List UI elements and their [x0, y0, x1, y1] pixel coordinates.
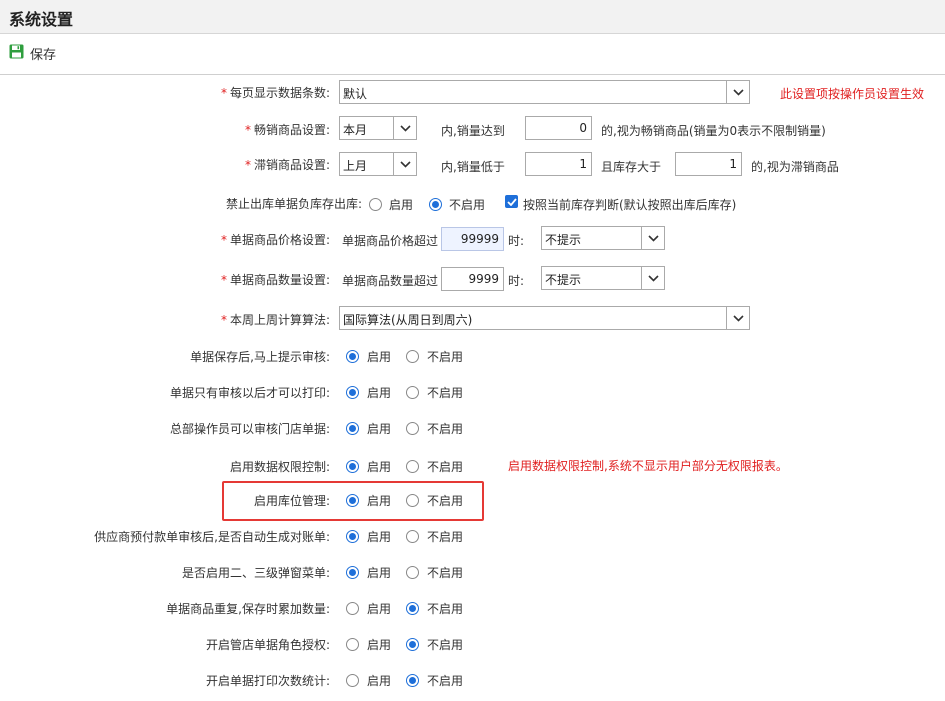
row-print-count: 开启单据打印次数统计: [0, 668, 330, 692]
row-page-size: * 每页显示数据条数: [0, 80, 330, 104]
location-mgmt-on-radio[interactable] [346, 494, 359, 507]
required-mark: * [220, 233, 227, 247]
print-count-on-radio[interactable] [346, 674, 359, 687]
row-price-check: * 单据商品价格设置: [0, 227, 330, 251]
slow-goods-period-select[interactable]: 上月 [339, 152, 417, 176]
qty-threshold-input[interactable]: 9999 [441, 267, 504, 291]
row-store-role-auth: 开启管店单据角色授权: [0, 632, 330, 656]
page-size-note: 此设置项按操作员设置生效 [780, 87, 925, 101]
supplier-prepay-on-radio[interactable] [346, 530, 359, 543]
store-role-auth-on-radio[interactable] [346, 638, 359, 651]
hot-goods-amount-input[interactable]: 0 [525, 116, 592, 140]
row-data-permission: 启用数据权限控制: [0, 454, 330, 478]
row-duplicate-goods: 单据商品重复,保存时累加数量: [0, 596, 330, 620]
page-size-select[interactable]: 默认 [339, 80, 750, 104]
chevron-down-icon [393, 117, 416, 139]
popup-menu-on-radio[interactable] [346, 566, 359, 579]
required-mark: * [244, 158, 251, 172]
label-supplier-prepay: 供应商预付款单审核后,是否自动生成对账单: [94, 530, 330, 544]
location-mgmt-off-radio[interactable] [406, 494, 419, 507]
page-title: 系统设置 [9, 10, 74, 29]
price-alert-select[interactable]: 不提示 [541, 226, 665, 250]
label-audit-after-save: 单据保存后,马上提示审核: [190, 350, 330, 364]
print-after-audit-on-radio[interactable] [346, 386, 359, 399]
slow-goods-stock-input[interactable]: 1 [675, 152, 742, 176]
row-supplier-prepay: 供应商预付款单审核后,是否自动生成对账单: [0, 524, 330, 548]
duplicate-goods-on-radio[interactable] [346, 602, 359, 615]
data-permission-on-radio[interactable] [346, 460, 359, 473]
check-icon [506, 197, 517, 206]
qty-alert-select[interactable]: 不提示 [541, 266, 665, 290]
label-print-after-audit: 单据只有审核以后才可以打印: [169, 386, 330, 400]
save-button[interactable]: 保存 [9, 43, 56, 63]
week-calc-select[interactable]: 国际算法(从周日到周六) [339, 306, 750, 330]
negative-stock-off-radio[interactable] [429, 198, 442, 211]
popup-menu-off-radio[interactable] [406, 566, 419, 579]
price-threshold-input[interactable]: 99999 [441, 227, 504, 251]
row-audit-after-save: 单据保存后,马上提示审核: [0, 344, 330, 368]
required-mark: * [220, 313, 227, 327]
label-hot-goods: 畅销商品设置: [253, 123, 330, 137]
required-mark: * [220, 86, 227, 100]
duplicate-goods-off-radio[interactable] [406, 602, 419, 615]
row-negative-stock: 禁止出库单据负库存出库: [0, 191, 362, 215]
save-icon [9, 44, 24, 62]
label-price-check: 单据商品价格设置: [229, 233, 330, 247]
row-slow-goods: * 滞销商品设置: [0, 152, 330, 176]
current-stock-checkbox-label: 按照当前库存判断(默认按照出库后库存) [523, 198, 737, 212]
hq-audit-store-on-radio[interactable] [346, 422, 359, 435]
current-stock-checkbox[interactable] [505, 195, 518, 208]
label-location-mgmt: 启用库位管理: [253, 494, 330, 508]
chevron-down-icon [641, 227, 664, 249]
label-popup-menu: 是否启用二、三级弹窗菜单: [181, 566, 330, 580]
chevron-down-icon [726, 307, 749, 329]
title-bar: 系统设置 [0, 0, 945, 34]
row-location-mgmt: 启用库位管理: [0, 488, 330, 512]
required-mark: * [244, 123, 251, 137]
label-qty-check: 单据商品数量设置: [229, 273, 330, 287]
required-mark: * [220, 273, 227, 287]
hq-audit-store-off-radio[interactable] [406, 422, 419, 435]
hot-goods-period-select[interactable]: 本月 [339, 116, 417, 140]
label-negative-stock: 禁止出库单据负库存出库: [225, 197, 362, 211]
row-qty-check: * 单据商品数量设置: [0, 267, 330, 291]
label-data-permission: 启用数据权限控制: [229, 460, 330, 474]
audit-after-save-on-radio[interactable] [346, 350, 359, 363]
label-duplicate-goods: 单据商品重复,保存时累加数量: [166, 602, 330, 616]
row-print-after-audit: 单据只有审核以后才可以打印: [0, 380, 330, 404]
chevron-down-icon [393, 153, 416, 175]
save-label: 保存 [30, 47, 57, 63]
label-hq-audit-store: 总部操作员可以审核门店单据: [169, 422, 330, 436]
chevron-down-icon [726, 81, 749, 103]
label-store-role-auth: 开启管店单据角色授权: [205, 638, 330, 652]
row-hot-goods: * 畅销商品设置: [0, 117, 330, 141]
store-role-auth-off-radio[interactable] [406, 638, 419, 651]
chevron-down-icon [641, 267, 664, 289]
toolbar: 保存 [0, 34, 945, 75]
print-after-audit-off-radio[interactable] [406, 386, 419, 399]
print-count-off-radio[interactable] [406, 674, 419, 687]
label-slow-goods: 滞销商品设置: [253, 158, 330, 172]
label-page-size: 每页显示数据条数: [229, 86, 330, 100]
row-popup-menu: 是否启用二、三级弹窗菜单: [0, 560, 330, 584]
label-week-calc: 本周上周计算算法: [229, 313, 330, 327]
supplier-prepay-off-radio[interactable] [406, 530, 419, 543]
data-permission-note: 启用数据权限控制,系统不显示用户部分无权限报表。 [508, 459, 788, 473]
row-hq-audit-store: 总部操作员可以审核门店单据: [0, 416, 330, 440]
row-week-calc: * 本周上周计算算法: [0, 307, 330, 331]
negative-stock-on-radio[interactable] [369, 198, 382, 211]
data-permission-off-radio[interactable] [406, 460, 419, 473]
slow-goods-amount-input[interactable]: 1 [525, 152, 592, 176]
audit-after-save-off-radio[interactable] [406, 350, 419, 363]
label-print-count: 开启单据打印次数统计: [205, 674, 330, 688]
